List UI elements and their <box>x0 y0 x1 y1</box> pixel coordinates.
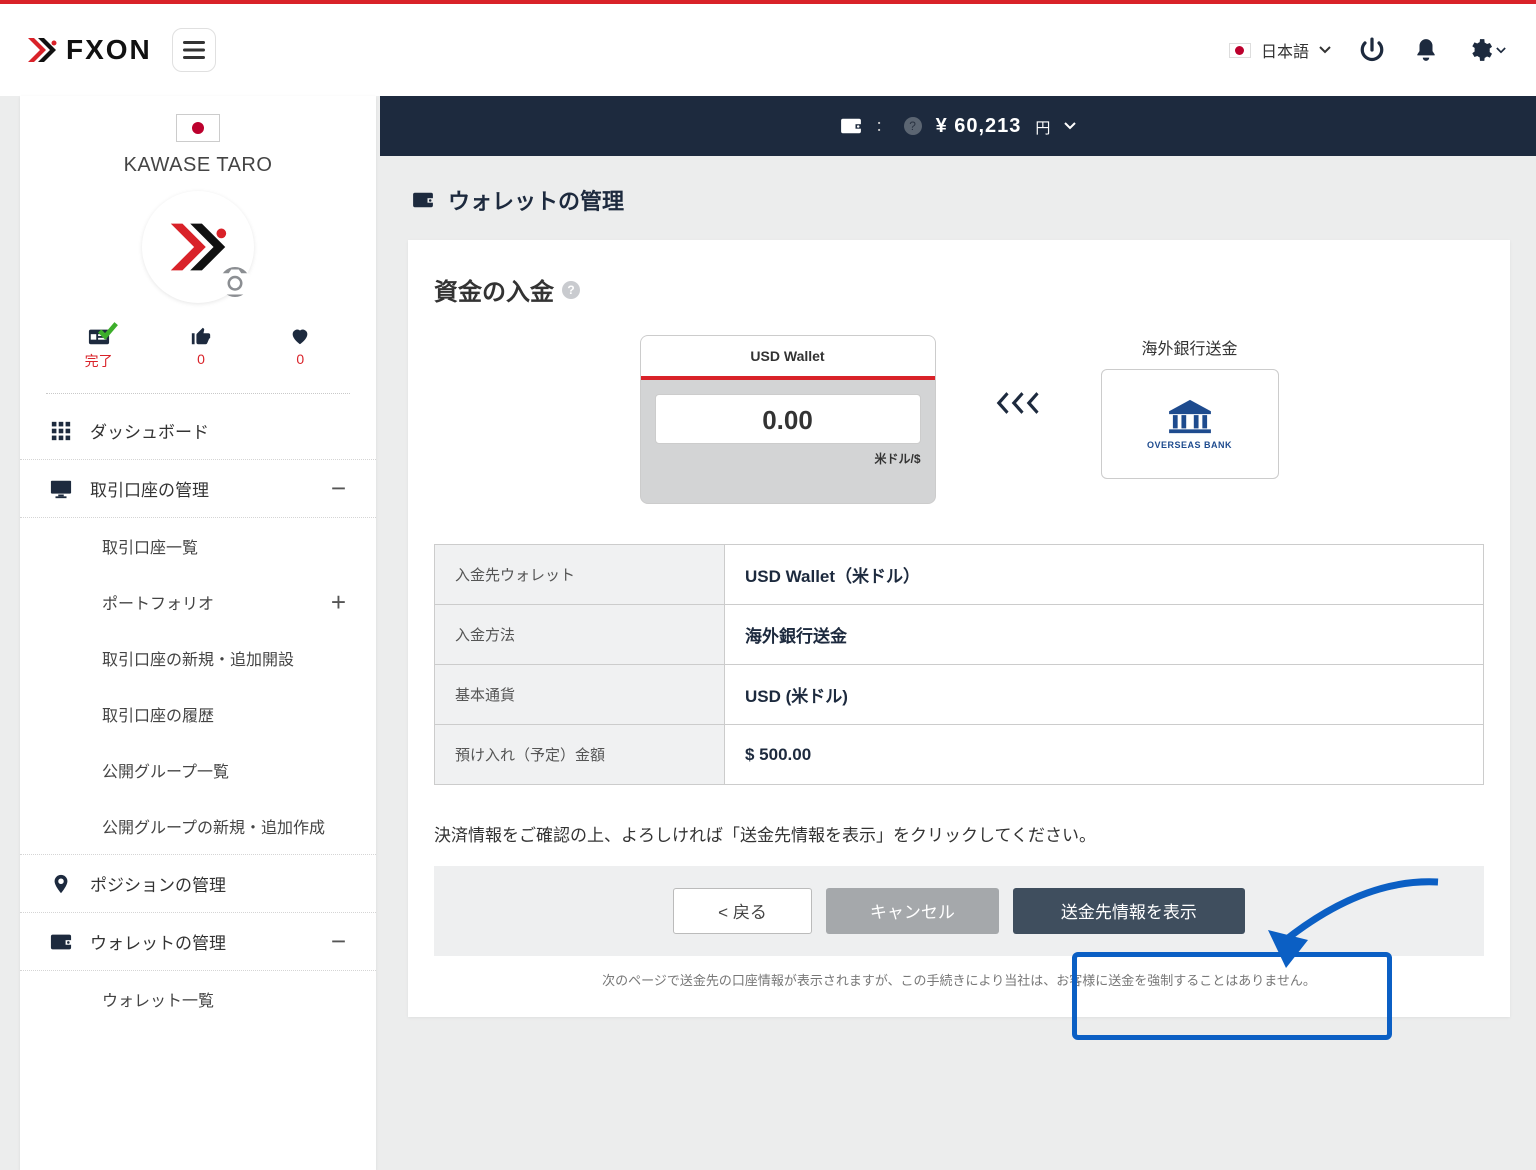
wallet-icon <box>50 931 72 953</box>
highlight-box <box>1072 952 1392 1040</box>
camera-button[interactable] <box>220 267 250 297</box>
wallet-amount[interactable]: 0.00 <box>655 394 921 444</box>
collapse-icon: − <box>331 926 346 957</box>
header: FXON 日本語 <box>0 4 1536 96</box>
sidebar-item-label: ポジションの管理 <box>90 871 226 896</box>
power-icon[interactable] <box>1359 37 1385 63</box>
metric-complete[interactable]: 完了 <box>85 325 113 371</box>
wallet-input-box: USD Wallet 0.00 米ドル/$ <box>640 335 936 504</box>
table-row: 基本通貨USD (米ドル) <box>435 665 1484 725</box>
user-name: KAWASE TARO <box>20 154 376 177</box>
chevron-down-icon <box>1064 122 1076 130</box>
logo[interactable]: FXON <box>24 32 152 68</box>
page-title: ウォレットの管理 <box>412 184 1536 216</box>
disclaimer-text: 次のページで送金先の口座情報が表示されますが、この手続きにより当社は、お客様に送… <box>434 970 1484 989</box>
bank-method-label: 海外銀行送金 <box>1141 335 1237 359</box>
sidebar-item-dashboard[interactable]: ダッシュボード <box>20 402 376 460</box>
chevron-down-icon <box>1319 46 1331 54</box>
thumbs-up-icon <box>190 325 212 347</box>
table-row: 入金方法海外銀行送金 <box>435 605 1484 665</box>
gear-icon <box>1467 37 1493 63</box>
cancel-button[interactable]: キャンセル <box>826 888 999 934</box>
user-flag-icon <box>176 114 220 142</box>
wallet-name: USD Wallet <box>641 336 935 376</box>
heart-icon <box>289 325 311 347</box>
bank-icon <box>1165 398 1215 436</box>
pin-icon <box>50 873 72 895</box>
show-transfer-info-button[interactable]: 送金先情報を表示 <box>1013 888 1245 934</box>
sidebar-sub-portfolio[interactable]: ポートフォリオ+ <box>20 574 376 630</box>
wallet-icon <box>840 117 862 135</box>
monitor-icon <box>50 478 72 500</box>
metric-value: 0 <box>296 351 304 367</box>
deposit-card: 資金の入金 ? USD Wallet 0.00 米ドル/$ 海外銀行送金 <box>408 240 1510 1017</box>
sidebar-item-wallet[interactable]: ウォレットの管理 − <box>20 913 376 971</box>
bank-method-box[interactable]: OVERSEAS BANK <box>1101 369 1279 479</box>
wallet-unit: 米ドル/$ <box>641 444 935 503</box>
sidebar-sub-wallet-list[interactable]: ウォレット一覧 <box>20 971 376 1027</box>
summary-table: 入金先ウォレットUSD Wallet（米ドル） 入金方法海外銀行送金 基本通貨U… <box>434 544 1484 785</box>
instruction-text: 決済情報をご確認の上、よろしければ「送金先情報を表示」をクリックしてください。 <box>434 821 1484 852</box>
menu-icon <box>183 41 205 59</box>
section-heading: 資金の入金 ? <box>434 272 1484 307</box>
grid-icon <box>50 420 72 442</box>
table-row: 入金先ウォレットUSD Wallet（米ドル） <box>435 545 1484 605</box>
help-icon[interactable]: ? <box>562 281 580 299</box>
action-bar: < 戻る キャンセル 送金先情報を表示 <box>434 866 1484 956</box>
language-selector[interactable]: 日本語 <box>1229 38 1331 62</box>
bank-text: OVERSEAS BANK <box>1147 440 1232 450</box>
sidebar-item-label: ウォレットの管理 <box>90 929 226 954</box>
table-row: 預け入れ（予定）金額$ 500.00 <box>435 725 1484 785</box>
help-icon[interactable]: ? <box>904 117 922 135</box>
sidebar-item-label: 取引口座の管理 <box>90 476 209 501</box>
collapse-icon: − <box>331 473 346 504</box>
camera-icon <box>220 247 250 317</box>
expand-icon: + <box>331 587 346 618</box>
flag-jp-icon <box>1229 43 1251 58</box>
arrow-left-icon <box>996 390 1041 416</box>
metric-value: 0 <box>197 351 205 367</box>
avatar[interactable] <box>142 191 254 303</box>
language-label: 日本語 <box>1261 38 1309 62</box>
logo-mark-icon <box>24 32 60 68</box>
sidebar-sub-group-list[interactable]: 公開グループ一覧 <box>20 742 376 798</box>
hamburger-menu-button[interactable] <box>172 28 216 72</box>
balance-unit: 円 <box>1035 117 1050 138</box>
settings-button[interactable] <box>1467 37 1506 63</box>
sidebar: KAWASE TARO 完了 0 0 <box>20 96 376 1170</box>
metric-favorites[interactable]: 0 <box>289 325 311 371</box>
sidebar-item-accounts[interactable]: 取引口座の管理 − <box>20 460 376 518</box>
sidebar-item-label: ダッシュボード <box>90 418 209 443</box>
logo-text: FXON <box>66 34 152 66</box>
balance-amount: ¥ 60,213 <box>936 115 1022 138</box>
chevron-down-icon <box>1496 47 1506 54</box>
sidebar-sub-new-account[interactable]: 取引口座の新規・追加開設 <box>20 630 376 686</box>
back-button[interactable]: < 戻る <box>673 888 812 934</box>
wallet-icon <box>412 191 434 209</box>
balance-bar[interactable]: ： ? ¥ 60,213 円 <box>380 96 1536 156</box>
bell-icon[interactable] <box>1413 37 1439 63</box>
sidebar-sub-account-history[interactable]: 取引口座の履歴 <box>20 686 376 742</box>
metric-likes[interactable]: 0 <box>190 325 212 371</box>
metric-label: 完了 <box>85 351 113 371</box>
sidebar-item-positions[interactable]: ポジションの管理 <box>20 855 376 913</box>
sidebar-sub-new-group[interactable]: 公開グループの新規・追加作成 <box>20 798 376 854</box>
sidebar-sub-account-list[interactable]: 取引口座一覧 <box>20 518 376 574</box>
check-icon <box>96 320 118 342</box>
